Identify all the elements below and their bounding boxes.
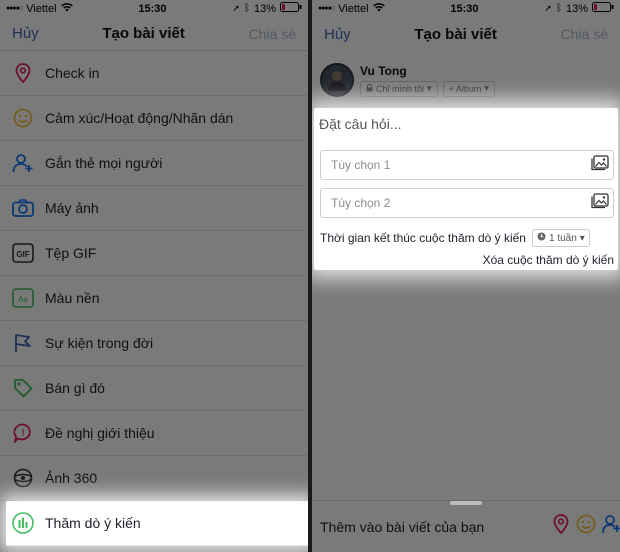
svg-text:Aa: Aa [18, 295, 28, 304]
clock: 15:30 [450, 2, 479, 15]
location-arrow-icon: ➚ [544, 3, 552, 13]
menu-item-background-color[interactable]: Aa Màu nền [0, 276, 308, 321]
location-pin-icon[interactable] [552, 514, 570, 539]
clock-icon [537, 232, 546, 244]
nav-bar: Hủy Tạo bài viết Chia sẻ [312, 17, 620, 51]
profile-header: Vu Tong Chỉ mình tôi ▾ + Album ▾ [312, 51, 620, 109]
signal-icon: ●●●●○ [318, 5, 335, 12]
page-title: Tạo bài viết [414, 25, 497, 43]
menu-item-label: Sự kiện trong đời [45, 335, 154, 351]
privacy-selector[interactable]: Chỉ mình tôi ▾ [360, 80, 438, 97]
poll-end-label: Thời gian kết thúc cuộc thăm dò ý kiến [320, 231, 526, 245]
privacy-label: Chỉ mình tôi [376, 83, 425, 94]
duration-label: 1 tuần [548, 232, 577, 244]
add-photo-icon[interactable] [591, 192, 609, 214]
share-button[interactable]: Chia sẻ [249, 26, 296, 42]
poll-icon [12, 512, 34, 534]
signal-icon: ●●●●○ [6, 5, 23, 12]
bluetooth-icon: ᛒ [555, 3, 562, 14]
caret-down-icon: ▾ [484, 83, 489, 93]
left-screen: ●●●●○ Viettel 15:30 ➚ ᛒ 13% Hủy Tạo bài … [0, 0, 308, 552]
album-label: + Album [448, 83, 482, 94]
flag-icon [12, 332, 34, 354]
option-placeholder: Tùy chọn 2 [331, 196, 391, 210]
right-screen: ●●●●○ Viettel 15:30 ➚ ᛒ 13% Hủy Tạo bài … [312, 0, 620, 552]
price-tag-icon [12, 377, 34, 399]
cancel-button[interactable]: Hủy [12, 25, 39, 42]
option-placeholder: Tùy chọn 1 [331, 158, 391, 172]
smiley-icon [12, 107, 34, 129]
share-button[interactable]: Chia sẻ [561, 26, 608, 42]
menu-item-label: Gắn thẻ mọi người [45, 155, 163, 171]
avatar[interactable] [320, 63, 354, 97]
menu-item-label: Đề nghị giới thiệu [45, 425, 155, 441]
menu-item-poll[interactable]: Thăm dò ý kiến [6, 501, 308, 546]
location-pin-icon [12, 62, 34, 84]
album-selector[interactable]: + Album ▾ [442, 80, 495, 97]
menu-item-check-in[interactable]: Check in [0, 51, 308, 96]
tag-people-icon[interactable] [602, 514, 620, 539]
svg-text:!: ! [22, 428, 25, 438]
battery-icon [279, 2, 302, 15]
menu-item-feeling[interactable]: Cảm xúc/Hoạt động/Nhãn dán [0, 96, 308, 141]
menu-item-label: Thăm dò ý kiến [45, 515, 141, 531]
menu-item-label: Check in [45, 65, 100, 81]
menu-item-label: Máy ảnh [45, 200, 99, 216]
svg-text:GIF: GIF [16, 250, 29, 259]
status-bar: ●●●●○ Viettel 15:30 ➚ ᛒ 13% [312, 0, 620, 17]
menu-item-photo-360[interactable]: Ảnh 360 [0, 456, 308, 501]
menu-item-label: Tệp GIF [45, 245, 97, 261]
menu-item-label: Cảm xúc/Hoạt động/Nhãn dán [45, 110, 234, 126]
gif-icon: GIF [12, 242, 34, 264]
tag-people-icon [12, 152, 34, 174]
bluetooth-icon: ᛒ [243, 3, 250, 14]
cancel-button[interactable]: Hủy [324, 26, 351, 43]
background-color-icon: Aa [12, 287, 34, 309]
remove-poll-button[interactable]: Xóa cuộc thăm dò ý kiến [318, 253, 614, 267]
caret-down-icon: ▾ [579, 232, 585, 244]
add-photo-icon[interactable] [591, 154, 609, 176]
profile-name: Vu Tong [360, 63, 407, 78]
page-title: Tạo bài viết [102, 25, 185, 42]
add-to-post-label: Thêm vào bài viết của bạn [320, 518, 485, 535]
menu-item-tag-people[interactable]: Gắn thẻ mọi người [0, 141, 308, 186]
menu-item-gif[interactable]: GIF Tệp GIF [0, 231, 308, 276]
poll-question-input[interactable]: Đặt câu hỏi... [318, 116, 614, 142]
carrier-label: Viettel [26, 2, 57, 15]
wifi-icon [372, 2, 385, 15]
menu-item-recommendation[interactable]: ! Đề nghị giới thiệu [0, 411, 308, 456]
menu-item-sell[interactable]: Bán gì đó [0, 366, 308, 411]
location-arrow-icon: ➚ [232, 3, 240, 13]
menu-item-camera[interactable]: Máy ảnh [0, 186, 308, 231]
camera-icon [12, 197, 34, 219]
recommendation-icon: ! [12, 422, 34, 444]
menu-item-label: Ảnh 360 [45, 470, 98, 486]
nav-bar: Hủy Tạo bài viết Chia sẻ [0, 17, 308, 51]
attachment-menu: Check in Cảm xúc/Hoạt động/Nhãn dán Gắn … [0, 51, 308, 546]
poll-option-2-input[interactable]: Tùy chọn 2 [320, 188, 614, 218]
battery-icon [591, 2, 614, 15]
poll-option-1-input[interactable]: Tùy chọn 1 [320, 150, 614, 180]
sheet-drag-handle[interactable] [450, 501, 482, 505]
wifi-icon [60, 2, 73, 15]
poll-duration-selector[interactable]: 1 tuần ▾ [531, 229, 590, 247]
menu-item-life-event[interactable]: Sự kiện trong đời [0, 321, 308, 366]
smiley-icon[interactable] [576, 514, 596, 539]
lock-icon [366, 83, 373, 94]
battery-percent: 13% [253, 2, 276, 15]
battery-percent: 13% [565, 2, 588, 15]
status-bar: ●●●●○ Viettel 15:30 ➚ ᛒ 13% [0, 0, 308, 17]
caret-down-icon: ▾ [427, 83, 432, 93]
menu-item-label: Màu nền [45, 290, 100, 306]
photo-360-icon [12, 467, 34, 489]
carrier-label: Viettel [338, 2, 369, 15]
clock: 15:30 [138, 2, 167, 15]
add-to-post-bar[interactable]: Thêm vào bài viết của bạn [312, 500, 620, 552]
menu-item-label: Bán gì đó [45, 380, 105, 396]
poll-composer: Đặt câu hỏi... Tùy chọn 1 Tùy chọn 2 Thờ… [314, 108, 618, 270]
